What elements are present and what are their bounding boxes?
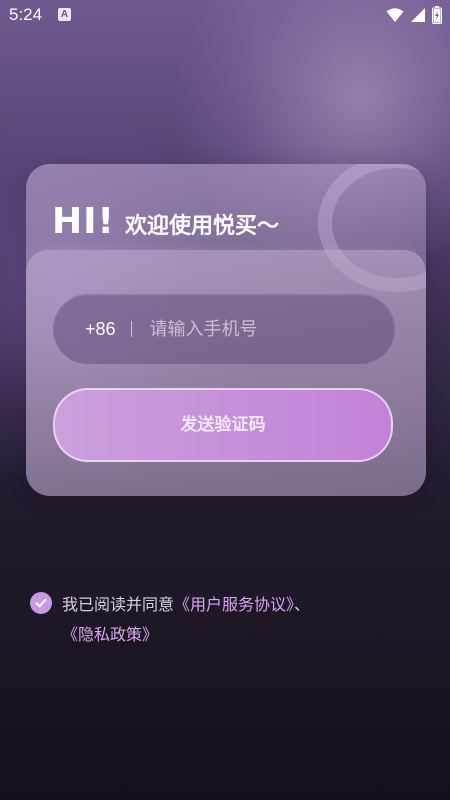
agreement-line-2: 《隐私政策》 xyxy=(62,620,158,650)
greeting-text: 欢迎使用悦买～ xyxy=(124,214,279,239)
send-code-button[interactable]: 发送验证码 xyxy=(53,388,393,462)
greeting-hi: HI! xyxy=(52,201,115,242)
login-screen: 5:24 A HI! 欢迎使用悦买～ +86 请输入手机号 发送验证码 我已阅读… xyxy=(0,0,450,800)
check-icon xyxy=(35,598,47,608)
country-code[interactable]: +86 xyxy=(85,319,116,340)
phone-input[interactable] xyxy=(147,317,372,341)
agreement-line: 我已阅读并同意《用户服务协议》、 xyxy=(62,590,310,620)
field-divider xyxy=(130,321,132,337)
agreement-prefix: 我已阅读并同意 xyxy=(62,595,175,614)
agreement-checkbox[interactable] xyxy=(30,592,52,614)
battery-icon xyxy=(432,6,442,29)
privacy-policy-link[interactable]: 《隐私政策》 xyxy=(62,625,158,644)
signal-icon xyxy=(410,7,426,28)
user-agreement-link[interactable]: 《用户服务协议》 xyxy=(174,595,294,614)
status-icons xyxy=(386,6,442,29)
wifi-icon xyxy=(386,7,404,28)
greeting: HI! 欢迎使用悦买～ xyxy=(52,201,279,242)
login-card: HI! 欢迎使用悦买～ +86 发送验证码 xyxy=(26,164,426,496)
notification-a-icon: A xyxy=(58,8,71,21)
status-time: 5:24 xyxy=(9,5,43,24)
phone-field[interactable]: +86 xyxy=(53,294,395,364)
status-bar: 5:24 A xyxy=(0,0,450,30)
agreement-separator: 、 xyxy=(294,595,311,614)
